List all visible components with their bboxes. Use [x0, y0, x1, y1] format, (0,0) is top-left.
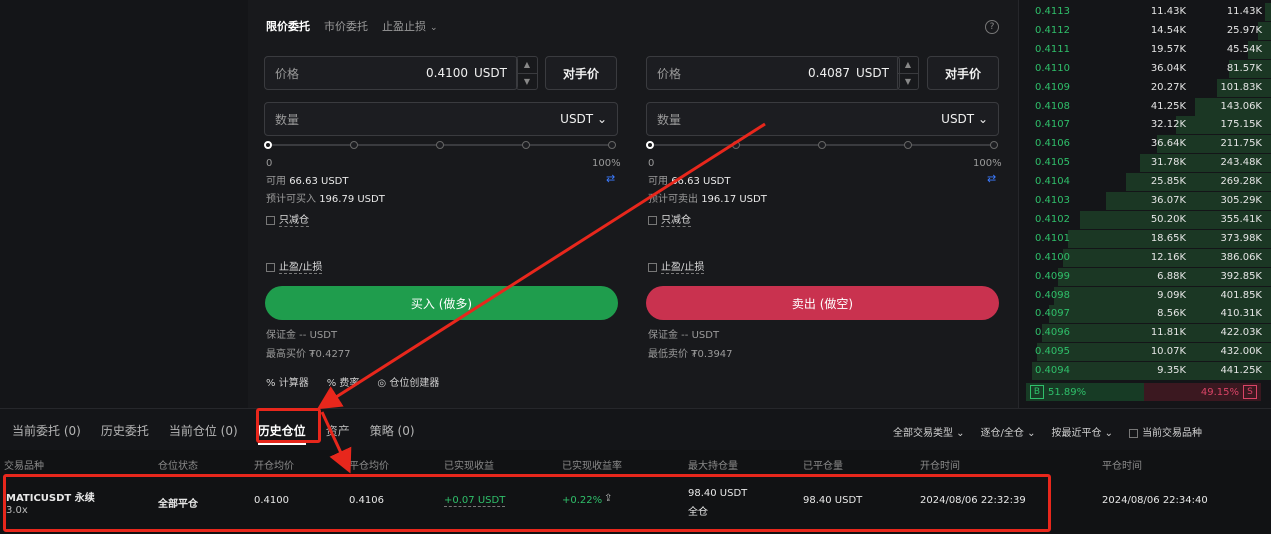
annotation-arrow-to-row — [320, 411, 352, 474]
annotation-arrow-to-tab — [316, 122, 766, 410]
annotation-arrows — [316, 122, 766, 474]
